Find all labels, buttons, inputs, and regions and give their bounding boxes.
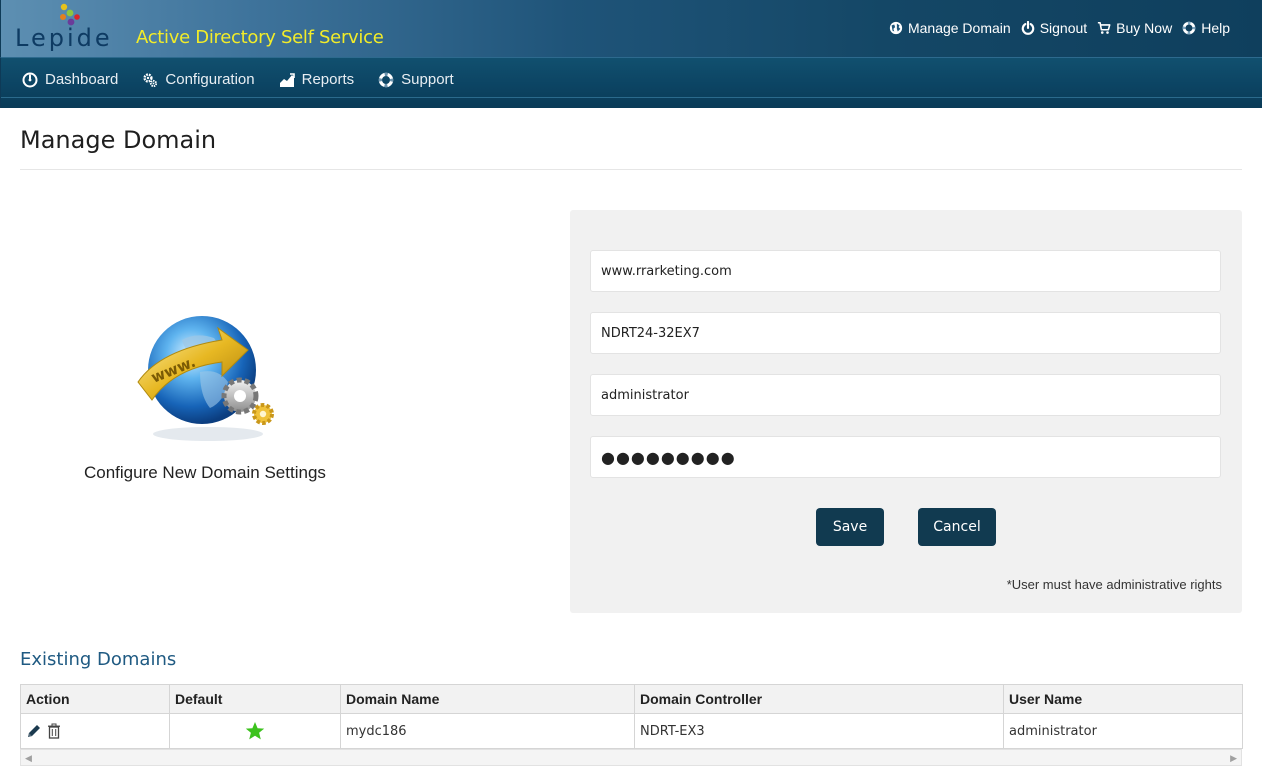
domain-controller-cell: NDRT-EX3 — [634, 713, 1004, 749]
username-input[interactable] — [590, 374, 1221, 416]
nav-dashboard[interactable]: Dashboard — [22, 71, 118, 88]
nav-dashboard-label: Dashboard — [45, 71, 119, 88]
table-row: mydc186 NDRT-EX3 administrator — [20, 713, 1243, 749]
globe-icon — [889, 21, 903, 35]
default-star-icon[interactable] — [245, 721, 265, 741]
table-header-row: Action Default Domain Name Domain Contro… — [20, 684, 1243, 714]
default-cell — [169, 713, 341, 749]
action-cell — [20, 713, 170, 749]
signout-label: Signout — [1039, 20, 1088, 36]
existing-domains-title: Existing Domains — [20, 649, 177, 670]
column-header-user-name[interactable]: User Name — [1003, 684, 1243, 714]
globe-www-gears-icon: www. — [137, 316, 274, 441]
domain-name-input[interactable] — [590, 250, 1221, 292]
nav-reports[interactable]: Reports — [279, 71, 355, 88]
gear-large-icon — [221, 377, 259, 415]
column-header-domain-name[interactable]: Domain Name — [340, 684, 635, 714]
gears-icon — [143, 72, 158, 87]
app-title: Active Directory Self Service — [136, 27, 384, 48]
chart-icon — [279, 72, 295, 87]
horizontal-scrollbar[interactable]: ◀ ▶ — [20, 749, 1242, 766]
signout-link[interactable]: Signout — [1021, 20, 1087, 36]
illustration-caption: Configure New Domain Settings — [84, 463, 326, 482]
column-header-default[interactable]: Default — [169, 684, 341, 714]
password-input[interactable] — [590, 436, 1221, 478]
existing-domains-table: Action Default Domain Name Domain Contro… — [20, 684, 1243, 749]
column-header-domain-controller[interactable]: Domain Controller — [634, 684, 1004, 714]
column-header-action[interactable]: Action — [20, 684, 170, 714]
cancel-button[interactable]: Cancel — [918, 508, 996, 546]
main-nav: Dashboard Configuration Reports Support — [0, 57, 1262, 108]
nav-support-label: Support — [401, 71, 454, 88]
scroll-left-icon[interactable]: ◀ — [25, 753, 32, 764]
domain-controller-input[interactable] — [590, 312, 1221, 354]
manage-domain-link[interactable]: Manage Domain — [889, 20, 1011, 36]
help-link[interactable]: Help — [1182, 20, 1230, 36]
domain-form-panel: Save Cancel *User must have administrati… — [570, 210, 1242, 613]
buy-now-link[interactable]: Buy Now — [1097, 20, 1172, 36]
top-header: Lepide Active Directory Self Service Man… — [0, 0, 1262, 57]
power-icon — [1021, 21, 1034, 35]
edit-pencil-icon[interactable] — [26, 723, 42, 739]
nav-configuration[interactable]: Configuration — [142, 71, 255, 88]
lifebuoy-icon — [1182, 21, 1196, 35]
nav-support[interactable]: Support — [378, 71, 454, 88]
domain-name-cell: mydc186 — [340, 713, 635, 749]
top-links: Manage Domain Signout Buy Now Help — [889, 20, 1230, 36]
delete-trash-icon[interactable] — [46, 723, 62, 739]
nav-reports-label: Reports — [301, 71, 355, 88]
user-name-cell: administrator — [1003, 713, 1243, 749]
title-divider — [20, 169, 1242, 170]
lifebuoy-icon — [378, 72, 394, 87]
save-button[interactable]: Save — [816, 508, 884, 546]
scroll-right-icon[interactable]: ▶ — [1230, 753, 1237, 764]
help-label: Help — [1201, 20, 1230, 36]
cart-icon — [1098, 21, 1111, 34]
page-title: Manage Domain — [20, 126, 217, 154]
admin-rights-note: *User must have administrative rights — [1006, 577, 1222, 592]
dashboard-icon — [22, 72, 38, 87]
buy-now-label: Buy Now — [1116, 20, 1173, 36]
manage-domain-label: Manage Domain — [907, 20, 1011, 36]
gear-small-icon — [252, 403, 274, 425]
nav-configuration-label: Configuration — [165, 71, 255, 88]
logo-text: Lepide — [15, 24, 113, 52]
